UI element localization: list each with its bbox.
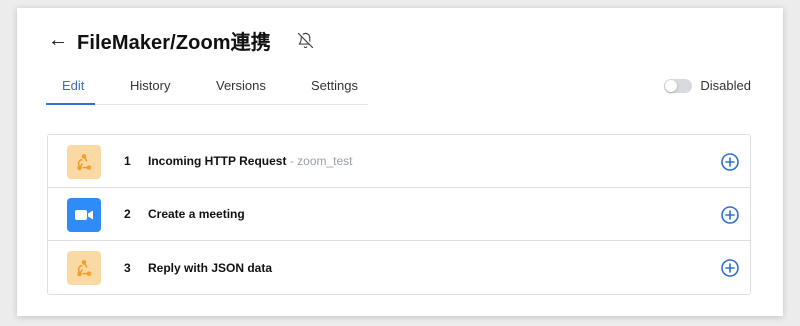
step-row[interactable]: 3 Reply with JSON data [48, 241, 750, 294]
active-tab-indicator [46, 103, 95, 105]
add-step-icon[interactable] [721, 206, 739, 224]
tab-edit[interactable]: Edit [62, 78, 84, 93]
step-row[interactable]: 2 Create a meeting [48, 188, 750, 241]
tab-bar: Edit History Versions Settings [46, 70, 368, 105]
step-title: Reply with JSON data [148, 261, 272, 275]
step-number: 1 [124, 154, 131, 168]
tab-settings[interactable]: Settings [311, 78, 358, 93]
zoom-icon [67, 198, 101, 232]
page-header: ← FileMaker/Zoom連携 [48, 24, 314, 56]
tab-history[interactable]: History [130, 78, 170, 93]
add-step-icon[interactable] [721, 259, 739, 277]
enable-toggle-group: Disabled [664, 78, 751, 93]
arrow-left-icon[interactable]: ← [48, 30, 68, 50]
add-step-icon[interactable] [721, 153, 739, 171]
step-number: 2 [124, 207, 131, 221]
step-row[interactable]: 1 Incoming HTTP Request - zoom_test [48, 135, 750, 188]
workflow-card: ← FileMaker/Zoom連携 Edit History Versions… [17, 8, 783, 316]
status-label: Disabled [700, 78, 751, 93]
toggle-knob [665, 79, 678, 92]
step-title-text: Incoming HTTP Request [148, 154, 287, 168]
tab-versions[interactable]: Versions [216, 78, 266, 93]
step-number: 3 [124, 260, 131, 275]
step-title: Incoming HTTP Request - zoom_test [148, 154, 353, 168]
page-title: FileMaker/Zoom連携 [77, 31, 271, 54]
step-title: Create a meeting [148, 207, 245, 221]
step-subtitle: - zoom_test [289, 154, 353, 168]
bell-off-icon[interactable] [297, 32, 314, 49]
enable-toggle[interactable] [664, 78, 693, 93]
webhook-icon [67, 251, 101, 285]
step-title-text: Create a meeting [148, 207, 245, 221]
step-title-text: Reply with JSON data [148, 260, 273, 275]
step-list: 1 Incoming HTTP Request - zoom_test 2 Cr… [47, 134, 751, 295]
webhook-icon [67, 145, 101, 179]
